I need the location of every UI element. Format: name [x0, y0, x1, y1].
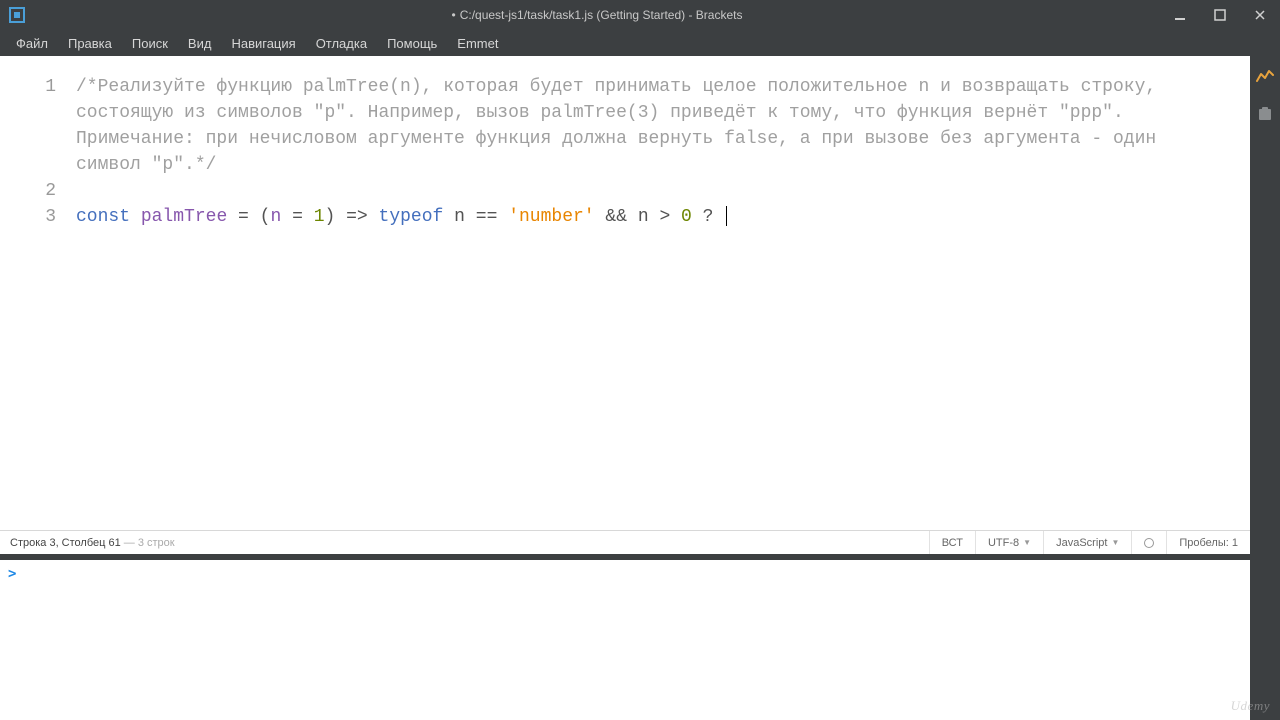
menu-debug[interactable]: Отладка	[306, 33, 377, 54]
minimize-button[interactable]	[1160, 0, 1200, 30]
code-content[interactable]: /*Реализуйте функцию palmTree(n), котора…	[72, 56, 1250, 530]
tok-arrow: =>	[335, 207, 378, 227]
line-number: 2	[0, 178, 56, 204]
editor-wrap: 1 2 3 /*Реализуйте функцию palmTree(n), …	[0, 56, 1250, 720]
line-number: 1	[0, 74, 56, 100]
menu-help[interactable]: Помощь	[377, 33, 447, 54]
tok-lparen: (	[260, 207, 271, 227]
tok-ident-palmtree: palmTree	[141, 207, 227, 227]
line-number: 3	[0, 204, 56, 230]
tok-string: 'number'	[508, 207, 594, 227]
status-language[interactable]: JavaScript▼	[1043, 531, 1131, 554]
close-button[interactable]	[1240, 0, 1280, 30]
console-prompt: >	[8, 566, 16, 582]
dirty-indicator: •	[452, 8, 456, 22]
tok-number: 0	[681, 207, 692, 227]
right-toolbar	[1250, 56, 1280, 720]
tok-typeof: typeof	[379, 207, 444, 227]
gutter: 1 2 3	[0, 56, 72, 530]
tok-ident-n: n	[638, 207, 649, 227]
tok-gt: >	[649, 207, 681, 227]
status-encoding[interactable]: UTF-8▼	[975, 531, 1043, 554]
extension-manager-icon[interactable]	[1255, 104, 1275, 124]
menubar: Файл Правка Поиск Вид Навигация Отладка …	[0, 30, 1280, 56]
console-panel[interactable]: >	[0, 560, 1250, 720]
status-insert-mode[interactable]: ВСТ	[929, 531, 975, 554]
menu-navigate[interactable]: Навигация	[221, 33, 305, 54]
chevron-down-icon: ▼	[1111, 538, 1119, 547]
tok-number: 1	[314, 207, 325, 227]
statusbar: Строка 3, Столбец 61 — 3 строк ВСТ UTF-8…	[0, 530, 1250, 554]
tok-ident-n: n	[270, 207, 281, 227]
chevron-down-icon: ▼	[1023, 538, 1031, 547]
tok-const: const	[76, 207, 130, 227]
menu-find[interactable]: Поиск	[122, 33, 178, 54]
menu-file[interactable]: Файл	[6, 33, 58, 54]
blank-line	[76, 181, 87, 201]
status-spaces[interactable]: Пробелы: 1	[1166, 531, 1250, 554]
status-lint-indicator[interactable]	[1131, 531, 1166, 554]
tok-assign: =	[281, 207, 313, 227]
tok-and: &&	[595, 207, 638, 227]
tok-ident-n: n	[454, 207, 465, 227]
code-editor[interactable]: 1 2 3 /*Реализуйте функцию palmTree(n), …	[0, 56, 1250, 530]
tok-assign: =	[227, 207, 259, 227]
maximize-button[interactable]	[1200, 0, 1240, 30]
tok-qmark: ?	[692, 207, 724, 227]
text-cursor	[726, 206, 727, 226]
circle-icon	[1144, 538, 1154, 548]
titlebar: •C:/quest-js1/task/task1.js (Getting Sta…	[0, 0, 1280, 30]
window-controls	[1160, 0, 1280, 30]
status-cursor-pos[interactable]: Строка 3, Столбец 61 — 3 строк	[0, 537, 185, 549]
menu-edit[interactable]: Правка	[58, 33, 122, 54]
main-area: 1 2 3 /*Реализуйте функцию palmTree(n), …	[0, 56, 1280, 720]
code-comment: /*Реализуйте функцию palmTree(n), котора…	[76, 77, 1167, 175]
tok-eqeq: ==	[465, 207, 508, 227]
menu-view[interactable]: Вид	[178, 33, 222, 54]
tok-space	[443, 207, 454, 227]
menu-emmet[interactable]: Emmet	[447, 33, 508, 54]
live-preview-icon[interactable]	[1255, 66, 1275, 86]
window-title: •C:/quest-js1/task/task1.js (Getting Sta…	[34, 8, 1160, 22]
app-icon	[8, 6, 26, 24]
tok-rparen: )	[325, 207, 336, 227]
